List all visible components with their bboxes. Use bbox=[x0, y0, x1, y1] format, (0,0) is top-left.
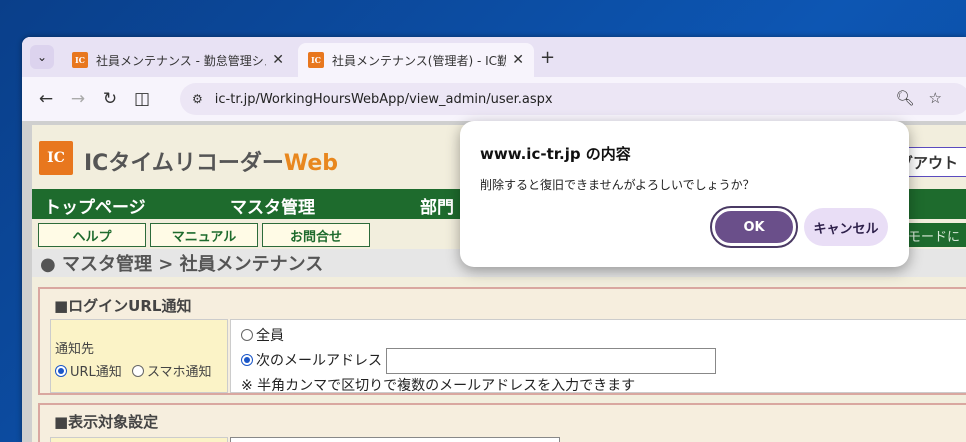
dialog-title: www.ic-tr.jp の内容 bbox=[480, 145, 631, 163]
tab-title: 社員メンテナンス - 勤怠管理システ bbox=[96, 53, 266, 68]
confirm-dialog: www.ic-tr.jp の内容 削除すると復旧できませんがよろしいでしょうか？… bbox=[460, 121, 909, 267]
split-view-icon[interactable]: ◫ bbox=[126, 83, 158, 115]
arrow-right-icon[interactable]: → bbox=[62, 83, 94, 115]
favicon-icon: IC bbox=[72, 52, 88, 68]
contact-button[interactable]: お問合せ bbox=[262, 223, 370, 247]
login-url-section: ■ログインURL通知 通知先 URL通知 スマホ通知 全員 次のメールアドレス … bbox=[38, 287, 966, 395]
mail-address-input[interactable] bbox=[386, 348, 716, 374]
tab-strip: ⌄ IC 社員メンテナンス - 勤怠管理システ ✕ IC 社員メンテナンス(管理… bbox=[22, 37, 966, 77]
favicon-icon: IC bbox=[308, 52, 324, 68]
logo-web-text: Web bbox=[283, 151, 339, 176]
ok-button[interactable]: OK bbox=[710, 206, 798, 248]
tab-title: 社員メンテナンス(管理者) - IC勤怠 bbox=[332, 53, 507, 68]
sub-nav: ヘルプ マニュアル お問合せ bbox=[38, 223, 370, 247]
nav-item-master[interactable]: マスタ管理 bbox=[230, 193, 315, 218]
cancel-button[interactable]: キャンセル bbox=[804, 208, 888, 246]
all-employees-radio[interactable] bbox=[241, 329, 253, 341]
help-button[interactable]: ヘルプ bbox=[38, 223, 146, 247]
nav-item-department[interactable]: 部門 bbox=[420, 193, 454, 218]
plus-icon[interactable]: + bbox=[540, 47, 555, 68]
reload-icon[interactable]: ↻ bbox=[94, 83, 126, 115]
dialog-message: 削除すると復旧できませんがよろしいでしょうか？ bbox=[480, 178, 755, 192]
tab-inactive[interactable]: IC 社員メンテナンス - 勤怠管理システ ✕ bbox=[62, 43, 294, 77]
app-logo-text: ICタイムリコーダーWeb bbox=[84, 151, 339, 176]
section-title: ■表示対象設定 bbox=[54, 413, 159, 431]
mail-address-radio[interactable] bbox=[241, 354, 253, 366]
tab-active[interactable]: IC 社員メンテナンス(管理者) - IC勤怠 ✕ bbox=[298, 43, 534, 77]
close-icon[interactable]: ✕ bbox=[272, 52, 284, 68]
zoom-icon[interactable]: 🔍︎ bbox=[896, 89, 915, 107]
close-icon[interactable]: ✕ bbox=[512, 52, 524, 68]
notify-target-label-cell: 通知先 URL通知 スマホ通知 bbox=[50, 319, 228, 393]
chevron-down-icon[interactable]: ⌄ bbox=[30, 45, 54, 69]
arrow-left-icon[interactable]: ← bbox=[30, 83, 62, 115]
display-target-label-cell bbox=[50, 437, 228, 442]
notify-target-value-cell: 全員 次のメールアドレス ※ 半角カンマで区切りで複数のメールアドレスを入力でき… bbox=[230, 319, 966, 394]
url-notify-label[interactable]: URL通知 bbox=[70, 365, 122, 380]
browser-toolbar: ← → ↻ ◫ ⚙ ic-tr.jp/WorkingHoursWebApp/vi… bbox=[22, 77, 966, 121]
mail-address-label[interactable]: 次のメールアドレス bbox=[256, 353, 382, 369]
url-notify-radio[interactable] bbox=[55, 365, 67, 377]
tune-icon[interactable]: ⚙ bbox=[192, 92, 203, 106]
mail-hint-text: ※ 半角カンマで区切りで複数のメールアドレスを入力できます bbox=[241, 378, 636, 394]
section-title: ■ログインURL通知 bbox=[54, 297, 192, 315]
smartphone-notify-label[interactable]: スマホ通知 bbox=[147, 365, 212, 380]
app-logo-icon: IC bbox=[39, 141, 73, 175]
nav-item-top[interactable]: トップページ bbox=[44, 193, 146, 218]
url-text[interactable]: ic-tr.jp/WorkingHoursWebApp/view_admin/u… bbox=[215, 92, 553, 107]
smartphone-notify-radio[interactable] bbox=[131, 365, 144, 377]
display-target-section: ■表示対象設定 bbox=[38, 403, 966, 442]
notify-target-label: 通知先 bbox=[55, 342, 95, 357]
all-employees-label[interactable]: 全員 bbox=[256, 328, 284, 344]
display-target-input[interactable] bbox=[230, 437, 560, 442]
manual-button[interactable]: マニュアル bbox=[150, 223, 258, 247]
star-icon[interactable]: ☆ bbox=[929, 89, 942, 107]
address-bar[interactable]: ⚙ ic-tr.jp/WorkingHoursWebApp/view_admin… bbox=[180, 83, 966, 115]
